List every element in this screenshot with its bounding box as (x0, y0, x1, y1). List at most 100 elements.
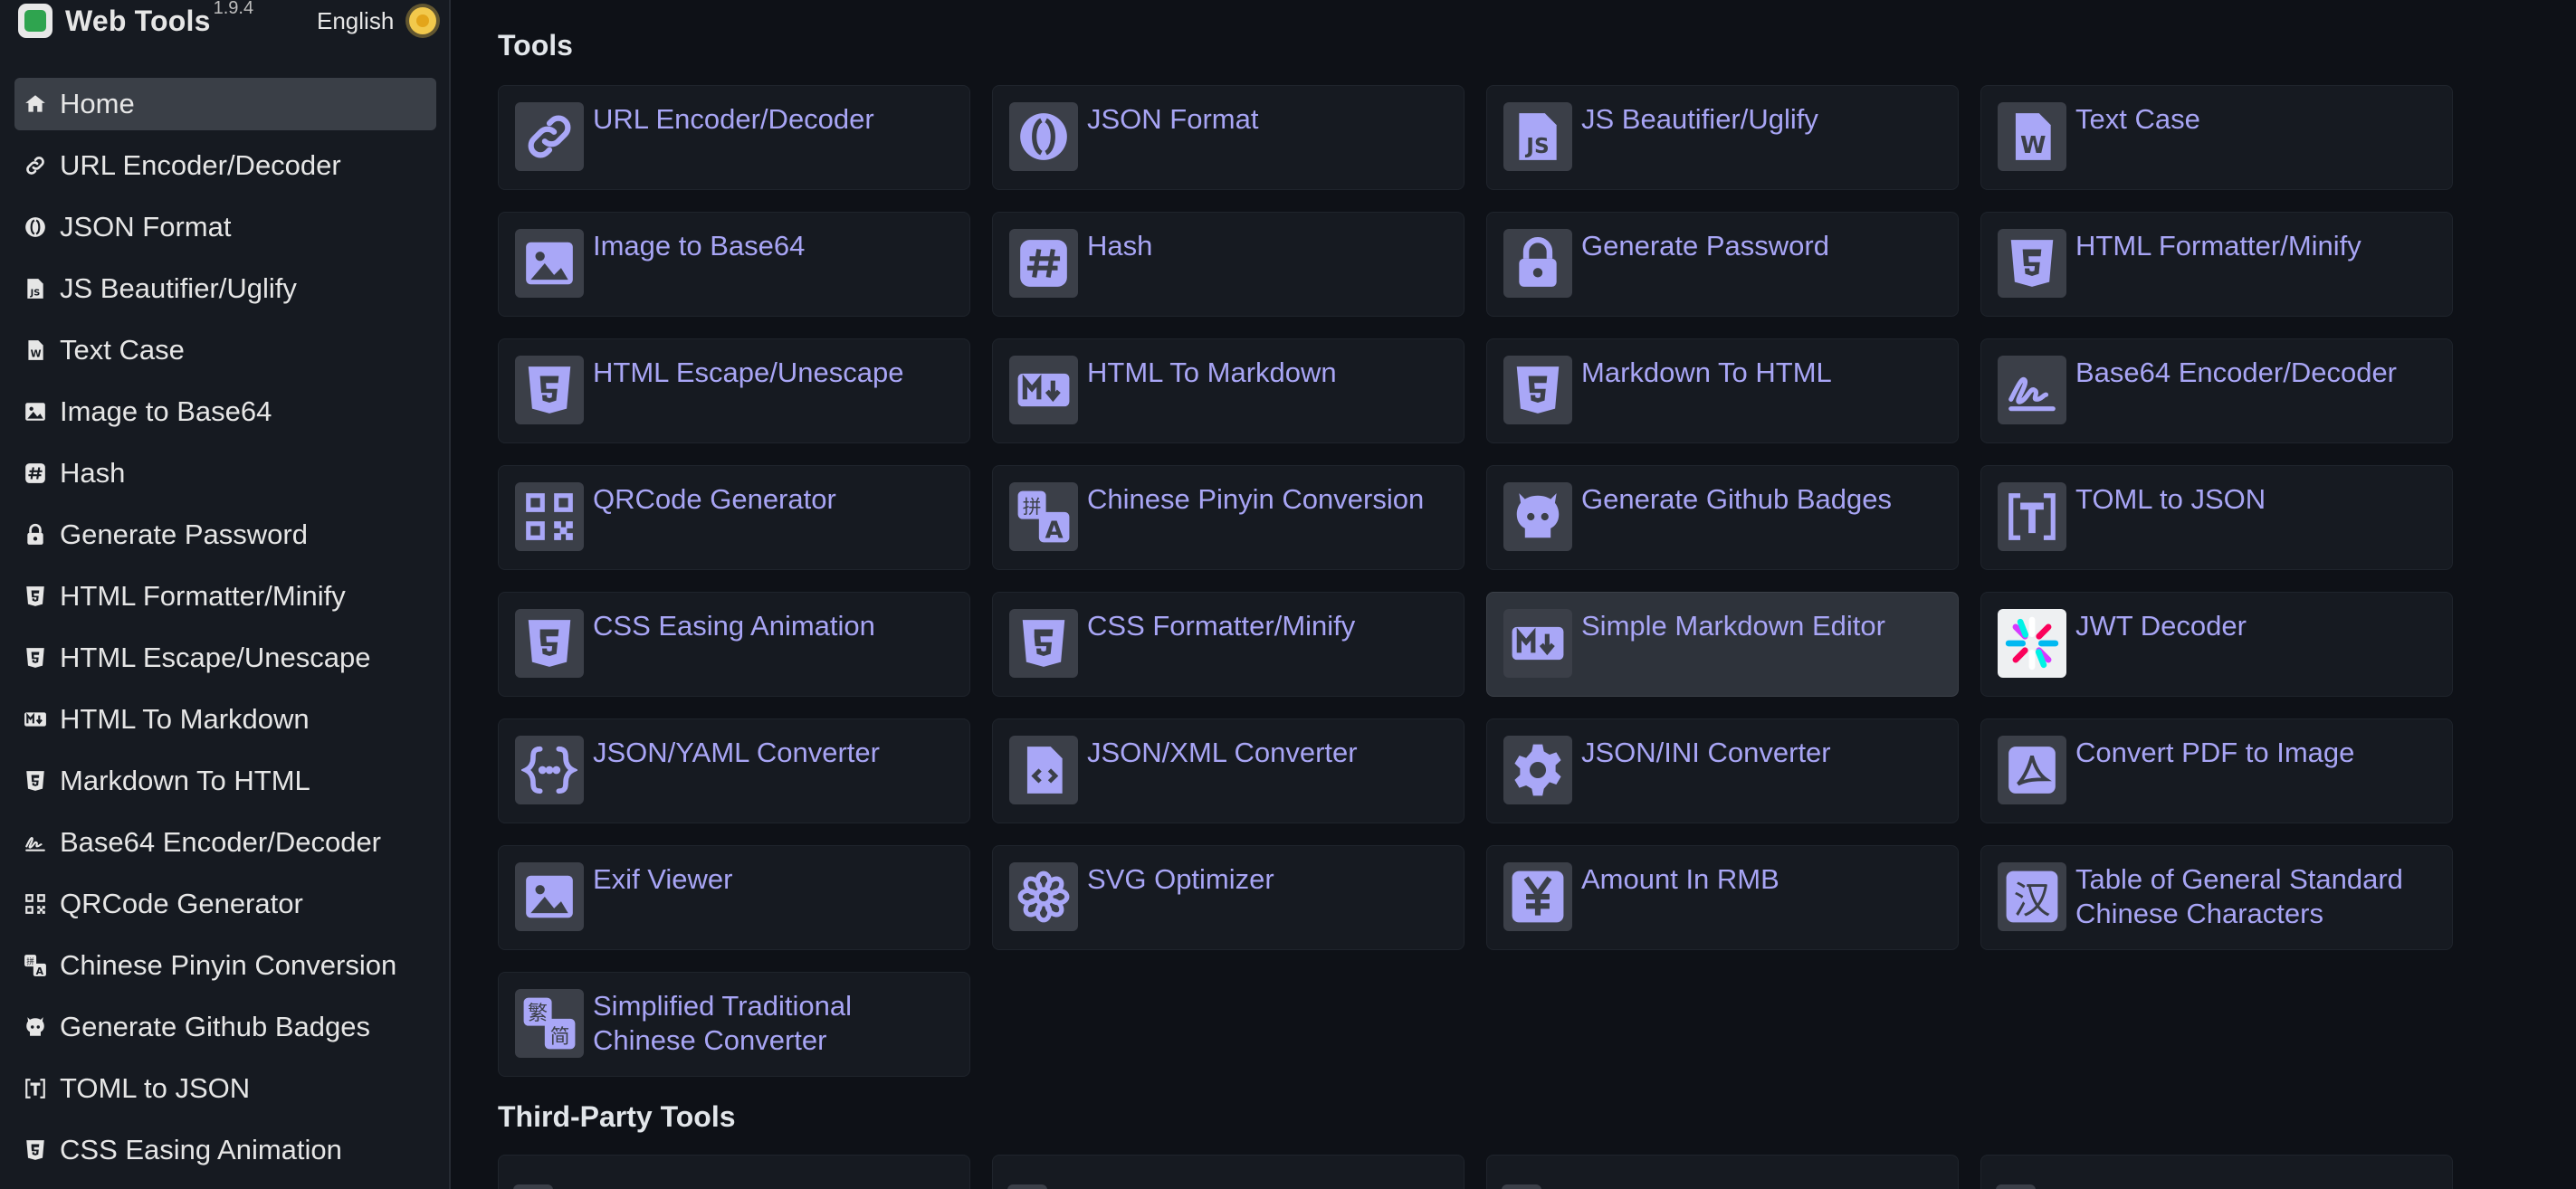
tool-card-json-ini-converter[interactable]: JSON/INI Converter (1486, 718, 1959, 823)
qrcode-icon (515, 482, 584, 551)
badgen-icon (513, 1184, 553, 1189)
han-icon: 汉 (1998, 862, 2066, 931)
tool-card-html-escape-unescape[interactable]: HTML Escape/Unescape (498, 338, 970, 443)
tool-card-base64-encoder-decoder[interactable]: Base64 Encoder/Decoder (1980, 338, 2453, 443)
tool-card-label: URL Encoder/Decoder (593, 103, 874, 135)
tool-card-svg-optimizer[interactable]: SVG Optimizer (992, 845, 1465, 950)
link-icon (24, 154, 47, 177)
third-party-card-codeimg-io[interactable]: Codeimg.io (1486, 1155, 1959, 1189)
sidebar-item-markdown-to-html[interactable]: Markdown To HTML (14, 755, 436, 807)
tool-card-label: Convert PDF to Image (2075, 737, 2355, 768)
tool-card-markdown-to-html[interactable]: Markdown To HTML (1486, 338, 1959, 443)
tool-card-html-to-markdown[interactable]: HTML To Markdown (992, 338, 1465, 443)
tool-card-label: JSON/INI Converter (1581, 737, 1831, 768)
html5-icon (1503, 356, 1572, 424)
tool-card-json-xml-converter[interactable]: JSON/XML Converter (992, 718, 1465, 823)
lock-icon (24, 523, 47, 547)
github-icon (1503, 482, 1572, 551)
codesandbox-icon (1007, 1184, 1047, 1189)
tool-card-url-encoder-decoder[interactable]: URL Encoder/Decoder (498, 85, 970, 190)
sidebar-item-label: HTML To Markdown (60, 703, 310, 735)
tool-card-image-to-base64[interactable]: Image to Base64 (498, 212, 970, 317)
sidebar-item-generate-password[interactable]: Generate Password (14, 509, 436, 561)
tool-card-amount-in-rmb[interactable]: Amount In RMB (1486, 845, 1959, 950)
tool-card-toml-to-json[interactable]: TOML to JSON (1980, 465, 2453, 570)
sidebar-item-home[interactable]: Home (14, 78, 436, 130)
sidebar-item-hash[interactable]: Hash (14, 447, 436, 499)
sidebar-item-qrcode-generator[interactable]: QRCode Generator (14, 878, 436, 930)
tool-card-exif-viewer[interactable]: Exif Viewer (498, 845, 970, 950)
image-icon (515, 862, 584, 931)
app-title[interactable]: Web Tools (65, 5, 211, 38)
sidebar-item-label: Generate Github Badges (60, 1011, 370, 1042)
tool-card-label: JSON/XML Converter (1087, 737, 1358, 768)
json-icon (1009, 102, 1078, 171)
tool-card-convert-pdf-to-image[interactable]: Convert PDF to Image (1980, 718, 2453, 823)
signature-icon (1998, 356, 2066, 424)
svg-text:简: 简 (550, 1026, 570, 1049)
sidebar-item-html-escape-unescape[interactable]: HTML Escape/Unescape (14, 632, 436, 684)
tool-card-label: HTML Escape/Unescape (593, 357, 904, 388)
sidebar-item-base64-encoder-decoder[interactable]: Base64 Encoder/Decoder (14, 816, 436, 869)
sidebar-item-label: QRCode Generator (60, 888, 303, 919)
tool-card-css-formatter-minify[interactable]: CSS Formatter/Minify (992, 592, 1465, 697)
sidebar-header: Web Tools 1.9.4 English (0, 0, 449, 42)
sidebar-item-js-beautifier-uglify[interactable]: JS JS Beautifier/Uglify (14, 262, 436, 315)
language-switcher[interactable]: English (317, 7, 394, 35)
js-file-icon: JS (1503, 102, 1572, 171)
html5-icon (24, 769, 47, 793)
third-party-card-badgen[interactable]: Badgen (498, 1155, 970, 1189)
pdf-icon (1998, 736, 2066, 804)
css3-icon (515, 609, 584, 678)
tool-card-label: HTML To Markdown (1087, 357, 1337, 388)
sidebar-item-label: CSS Easing Animation (60, 1134, 342, 1165)
tool-card-text-case[interactable]: W Text Case (1980, 85, 2453, 190)
tool-card-json-format[interactable]: JSON Format (992, 85, 1465, 190)
sidebar-item-label: Text Case (60, 334, 185, 366)
tool-card-label: TOML to JSON (2075, 483, 2266, 515)
third-party-card-codesandbox[interactable]: CodeSandbox (992, 1155, 1465, 1189)
tool-card-label: JS Beautifier/Uglify (1581, 103, 1818, 135)
tool-card-label: Hash (1087, 230, 1153, 262)
tool-card-label: Text Case (2075, 103, 2200, 135)
tool-card-json-yaml-converter[interactable]: JSON/YAML Converter (498, 718, 970, 823)
tool-card-table-of-general-standard-chinese-characters[interactable]: 汉 Table of General Standard Chinese Chara… (1980, 845, 2453, 950)
tool-card-hash[interactable]: Hash (992, 212, 1465, 317)
html5-icon (515, 356, 584, 424)
app-logo[interactable] (18, 4, 52, 38)
word-file-icon: W (24, 338, 47, 362)
sidebar-item-css-easing-animation[interactable]: CSS Easing Animation (14, 1124, 436, 1176)
tool-card-chinese-pinyin-conversion[interactable]: 拼 A Chinese Pinyin Conversion (992, 465, 1465, 570)
svg-text:W: W (31, 348, 42, 360)
tool-card-qrcode-generator[interactable]: QRCode Generator (498, 465, 970, 570)
tool-card-generate-password[interactable]: Generate Password (1486, 212, 1959, 317)
qrcode-icon (24, 892, 47, 916)
tool-card-jwt-decoder[interactable]: JWT Decoder (1980, 592, 2453, 697)
sidebar-item-html-formatter-minify[interactable]: HTML Formatter/Minify (14, 570, 436, 623)
tool-card-js-beautifier-uglify[interactable]: JS JS Beautifier/Uglify (1486, 85, 1959, 190)
css3-icon (24, 1138, 47, 1162)
svg-text:JS: JS (1524, 134, 1549, 158)
css3-icon (1009, 609, 1078, 678)
tool-card-simplified-traditional-chinese-converter[interactable]: 繁简 Simplified Traditional Chinese Convert… (498, 972, 970, 1077)
sidebar-item-toml-to-json[interactable]: TOML to JSON (14, 1062, 436, 1115)
tool-card-simple-markdown-editor[interactable]: Simple Markdown Editor (1486, 592, 1959, 697)
third-party-grid: Badgen CodeSandbox Codeimg.io Chalk-ist (498, 1155, 2453, 1189)
sidebar-item-chinese-pinyin-conversion[interactable]: 拼 A Chinese Pinyin Conversion (14, 939, 436, 992)
code-file-icon (1009, 736, 1078, 804)
sidebar-item-image-to-base64[interactable]: Image to Base64 (14, 385, 436, 438)
third-party-card-chalk-ist[interactable]: Chalk-ist (1980, 1155, 2453, 1189)
svg-text:繁: 繁 (528, 1003, 548, 1025)
sidebar-item-json-format[interactable]: JSON Format (14, 201, 436, 253)
sidebar-item-html-to-markdown[interactable]: HTML To Markdown (14, 693, 436, 746)
tool-card-html-formatter-minify[interactable]: HTML Formatter/Minify (1980, 212, 2453, 317)
theme-toggle-icon[interactable] (409, 7, 436, 34)
sidebar-item-url-encoder-decoder[interactable]: URL Encoder/Decoder (14, 139, 436, 192)
tool-card-generate-github-badges[interactable]: Generate Github Badges (1486, 465, 1959, 570)
sidebar-item-generate-github-badges[interactable]: Generate Github Badges (14, 1001, 436, 1053)
fanjian-icon: 繁简 (515, 989, 584, 1058)
tool-card-label: JWT Decoder (2075, 610, 2247, 642)
sidebar-item-label: HTML Escape/Unescape (60, 642, 371, 673)
tool-card-css-easing-animation[interactable]: CSS Easing Animation (498, 592, 970, 697)
sidebar-item-text-case[interactable]: W Text Case (14, 324, 436, 376)
